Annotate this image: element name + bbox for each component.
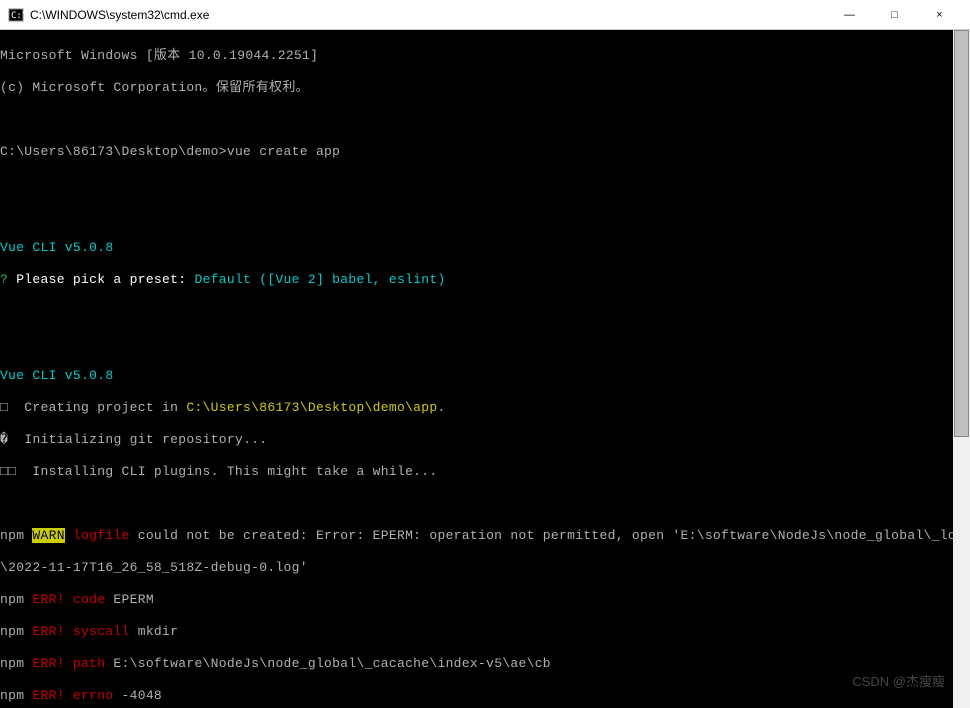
vue-cli-header-2: Vue CLI v5.0.8 [0,368,953,384]
install-line: □□ Installing CLI plugins. This might ta… [0,464,953,480]
minimize-button[interactable]: — [827,0,872,30]
version-line: Microsoft Windows [版本 10.0.19044.2251] [0,48,953,64]
err-path-line: npm ERR! path E:\software\NodeJs\node_gl… [0,656,953,672]
terminal-output[interactable]: Microsoft Windows [版本 10.0.19044.2251] (… [0,30,953,708]
watermark: CSDN @杰瘦瘦 [852,671,945,690]
git-line: � Initializing git repository... [0,432,953,448]
svg-text:C:\: C:\ [11,11,24,21]
maximize-button[interactable]: □ [872,0,917,30]
prompt-line: C:\Users\86173\Desktop\demo>vue create a… [0,144,953,160]
close-button[interactable]: × [917,0,962,30]
scrollbar-thumb[interactable] [954,30,969,437]
window-titlebar: C:\ C:\WINDOWS\system32\cmd.exe — □ × [0,0,970,30]
window-title: C:\WINDOWS\system32\cmd.exe [30,8,827,22]
window-controls: — □ × [827,0,962,30]
err-errno-line: npm ERR! errno -4048 [0,688,953,704]
cmd-icon: C:\ [8,7,24,23]
copyright-line: (c) Microsoft Corporation。保留所有权利。 [0,80,953,96]
preset-line: ? Please pick a preset: Default ([Vue 2]… [0,272,953,288]
err-code-line: npm ERR! code EPERM [0,592,953,608]
err-syscall-line: npm ERR! syscall mkdir [0,624,953,640]
vue-cli-header-1: Vue CLI v5.0.8 [0,240,953,256]
vertical-scrollbar[interactable] [953,30,970,708]
warn-logfile-line: npm WARN logfile could not be created: E… [0,528,953,544]
creating-line: □ Creating project in C:\Users\86173\Des… [0,400,953,416]
warn-logfile-line2: \2022-11-17T16_26_58_518Z-debug-0.log' [0,560,953,576]
